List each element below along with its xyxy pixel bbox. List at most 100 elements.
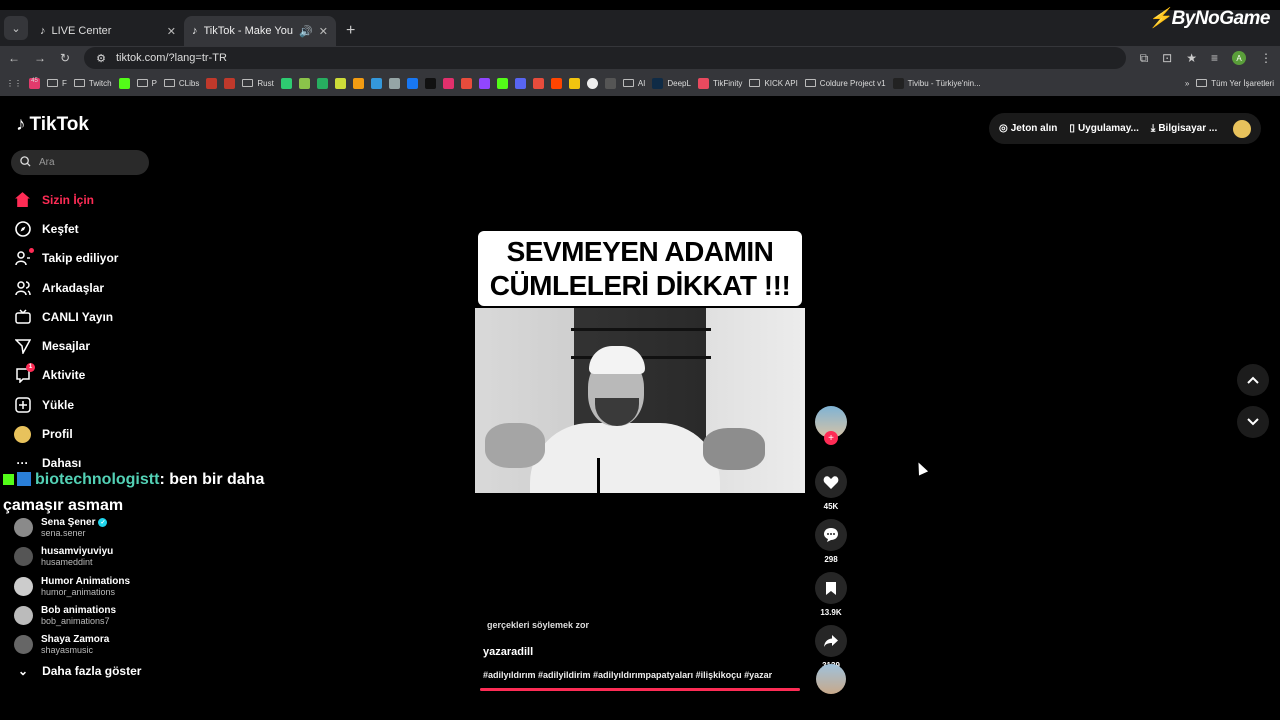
bookmark-folder-ai[interactable]: AI <box>622 79 645 88</box>
install-icon[interactable]: ⊡ <box>1162 51 1172 65</box>
previous-video-button[interactable] <box>1237 364 1269 396</box>
nav-messages[interactable]: Mesajlar <box>14 331 174 360</box>
bookmark-icon[interactable] <box>388 77 400 89</box>
twitch-icon[interactable] <box>478 77 490 89</box>
creator-avatar[interactable]: + <box>815 406 847 445</box>
bookmark-icon[interactable] <box>532 77 544 89</box>
tab-live-center[interactable]: ♪ LIVE Center ✕ <box>32 16 184 46</box>
search-input[interactable]: Ara <box>11 150 149 175</box>
bookmark-icon[interactable] <box>316 77 328 89</box>
url-text: tiktok.com/?lang=tr-TR <box>115 52 227 64</box>
github-icon[interactable] <box>586 77 598 89</box>
bookmark-folder-kick-api[interactable]: KICK API <box>749 79 798 88</box>
tiktok-icon[interactable] <box>424 77 436 89</box>
bookmark-icon[interactable] <box>280 77 292 89</box>
site-info-icon[interactable]: ⚙ <box>96 52 106 65</box>
bookmark-folder-coldure[interactable]: Coldure Project v1 <box>804 79 886 88</box>
bookmark-folder-rust[interactable]: Rust <box>242 79 274 88</box>
account-avatar[interactable]: A <box>1232 51 1246 65</box>
nav-profile[interactable]: Profil <box>14 419 174 448</box>
address-bar[interactable]: ⚙ tiktok.com/?lang=tr-TR <box>84 47 1126 69</box>
bookmark-icon[interactable] <box>604 77 616 89</box>
tiktok-logo[interactable]: ♪ TikTok <box>16 114 89 136</box>
person-hand <box>485 423 545 468</box>
bookmark-icon[interactable] <box>514 77 526 89</box>
following-item[interactable]: Bob animations bob_animations7 <box>14 601 174 630</box>
video-progress-bar[interactable] <box>480 688 800 691</box>
bookmark-icon[interactable] <box>334 77 346 89</box>
bookmark-folder-f[interactable]: F <box>47 79 67 88</box>
reddit-icon[interactable] <box>550 77 562 89</box>
speaker-icon[interactable]: 🔊 <box>299 25 313 38</box>
translate-icon[interactable]: ⧉ <box>1140 51 1149 66</box>
bookmark-folder-clibs[interactable]: CLibs <box>163 79 199 88</box>
avatar <box>14 635 33 655</box>
apps-icon[interactable]: ⋮⋮ <box>6 79 22 88</box>
comment-button[interactable]: 298 <box>815 519 847 564</box>
folder-icon <box>136 79 148 87</box>
save-button[interactable]: 13.9K <box>815 572 847 617</box>
bookmark-icon[interactable] <box>352 77 364 89</box>
get-app-button[interactable]: ▯ Uygulamay... <box>1069 123 1138 134</box>
bookmark-icon[interactable] <box>206 77 218 89</box>
video-hashtags[interactable]: #adilyıldırım #adilyildirim #adilyıldırı… <box>483 670 772 680</box>
like-button[interactable]: 45K <box>815 466 847 511</box>
next-video-button[interactable] <box>1237 406 1269 438</box>
chevron-right-icon[interactable]: » <box>1185 79 1189 88</box>
activity-badge: 1 <box>26 362 35 372</box>
following-item[interactable]: Humor Animations humor_animations <box>14 572 174 601</box>
kick-icon[interactable] <box>496 77 508 89</box>
nav-for-you[interactable]: Sizin İçin <box>14 185 174 214</box>
folder-icon <box>47 79 58 87</box>
reload-icon[interactable]: ↻ <box>60 51 70 65</box>
kick-icon[interactable] <box>118 77 130 89</box>
folder-icon <box>163 79 175 87</box>
bookmark-icon[interactable] <box>298 77 310 89</box>
desktop-app-button[interactable]: ⤓ Bilgisayar ... <box>1151 123 1217 134</box>
follow-plus-icon[interactable]: + <box>824 431 838 445</box>
nav-upload[interactable]: Yükle <box>14 390 174 419</box>
video-author[interactable]: yazaradill <box>483 646 533 658</box>
music-disc-avatar[interactable] <box>816 664 846 694</box>
youtube-icon[interactable] <box>460 77 472 89</box>
following-item[interactable]: husamviyuviyu husameddint <box>14 542 174 571</box>
bookmark-deepl[interactable]: DeepL <box>652 77 691 89</box>
bookmark-icon[interactable] <box>568 77 580 89</box>
bookmark-folder-p[interactable]: P <box>136 79 157 88</box>
show-more-button[interactable]: ⌄ Daha fazla göster <box>18 664 141 678</box>
stream-chat-overlay: biotechnologistt: ben bir daha çamaşır a… <box>3 467 303 519</box>
tab-tiktok[interactable]: ♪ TikTok - Make Your Day 🔊 ✕ <box>184 16 336 46</box>
bookmark-icon[interactable] <box>370 77 382 89</box>
verified-icon: ✓ <box>98 518 108 528</box>
person-torso <box>530 423 720 493</box>
nav-live[interactable]: CANLI Yayın <box>14 302 174 331</box>
close-icon[interactable]: ✕ <box>167 25 176 38</box>
tab-search-dropdown[interactable]: ⌄ <box>4 16 28 40</box>
facebook-icon[interactable] <box>406 77 418 89</box>
media-icon[interactable]: ≡ <box>1211 51 1218 65</box>
bookmark-tivibu[interactable]: Tivibu - Türkiye'nin... <box>892 77 981 89</box>
bookmark-icon[interactable] <box>224 77 236 89</box>
following-item[interactable]: Shaya Zamora shayasmusic <box>14 630 174 659</box>
back-icon[interactable]: ← <box>8 51 20 65</box>
nav-activity[interactable]: 1 Aktivite <box>14 361 174 390</box>
tiktok-icon: ♪ <box>40 25 46 37</box>
profile-avatar[interactable] <box>1233 119 1251 138</box>
bookmark-folder-all[interactable]: Tüm Yer İşaretleri <box>1196 79 1274 88</box>
bookmark-folder-twitch[interactable]: Twitch <box>73 79 112 88</box>
nav-friends[interactable]: Arkadaşlar <box>14 273 174 302</box>
bookmark-tikfinity[interactable]: TikFinity <box>697 77 742 89</box>
get-coins-button[interactable]: ◎ Jeton alın <box>999 123 1057 134</box>
forward-icon[interactable]: → <box>34 51 46 65</box>
menu-icon[interactable]: ⋮ <box>1260 51 1272 65</box>
phone-icon: ▯ <box>1069 123 1075 134</box>
nav-following[interactable]: Takip ediliyor <box>14 244 174 273</box>
video-frame[interactable] <box>475 308 805 493</box>
new-tab-button[interactable]: + <box>336 22 365 46</box>
bookmark-badge[interactable]: 45 <box>29 77 40 89</box>
star-icon[interactable]: ★ <box>1186 51 1197 65</box>
avatar <box>14 606 33 626</box>
close-icon[interactable]: ✕ <box>319 25 328 38</box>
nav-explore[interactable]: Keşfet <box>14 214 174 243</box>
instagram-icon[interactable] <box>442 77 454 89</box>
